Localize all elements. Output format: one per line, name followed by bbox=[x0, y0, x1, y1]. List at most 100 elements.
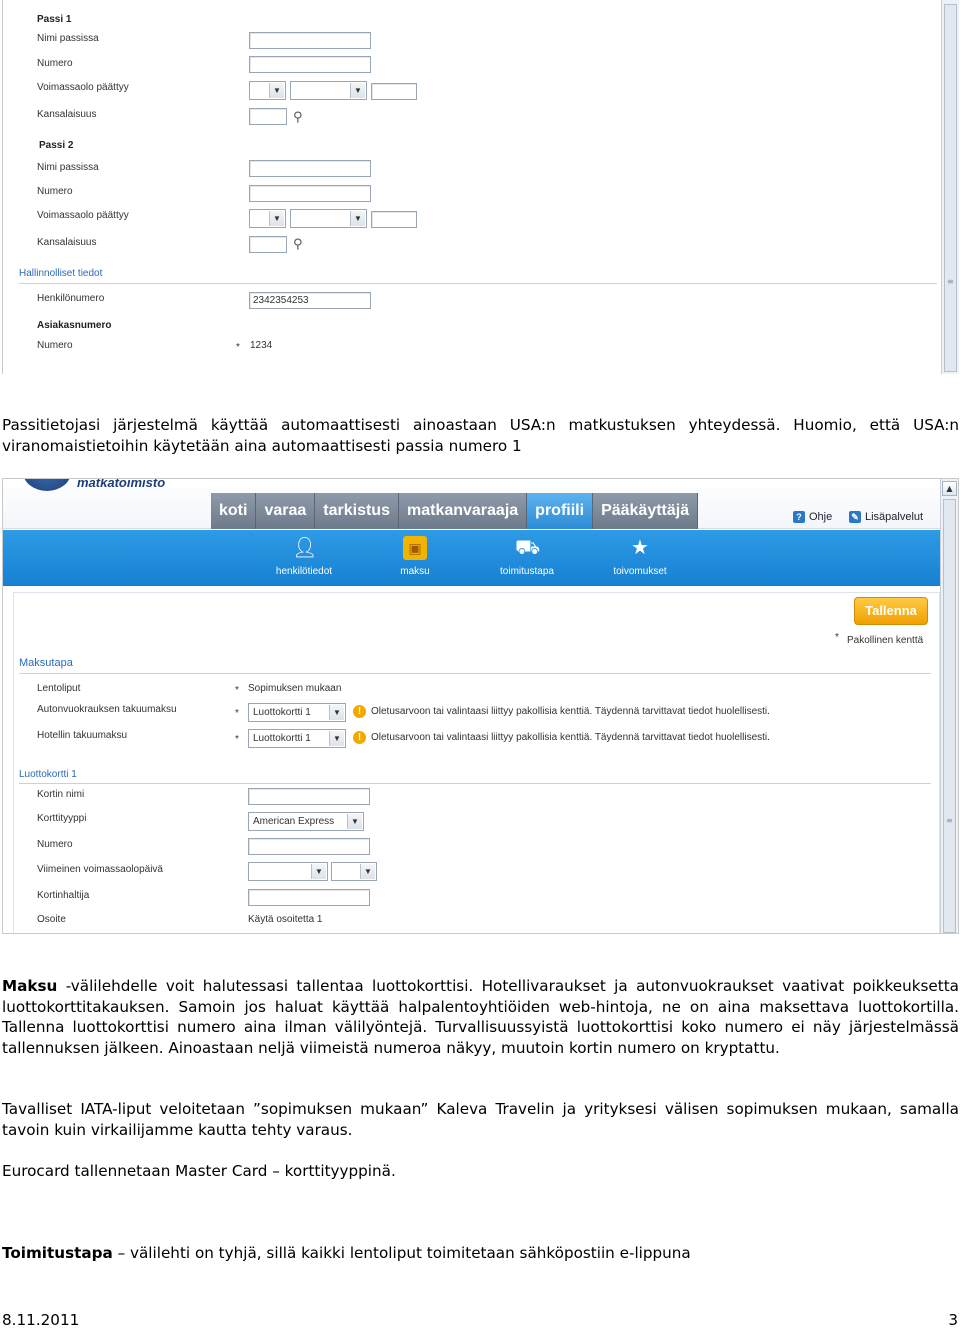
profile-subnav: 👤︎ henkilötiedot ▣ maksu ⛟ toimitustapa … bbox=[3, 530, 940, 586]
chevron-down-icon: ▼ bbox=[350, 211, 365, 226]
luottokortti1-heading: Luottokortti 1 bbox=[19, 769, 77, 780]
tab-profiili[interactable]: profiili bbox=[527, 493, 594, 529]
save-button[interactable]: Tallenna bbox=[854, 597, 928, 625]
subnav-maksu[interactable]: ▣ maksu bbox=[395, 536, 435, 577]
personnel-number-input[interactable]: 2342354253 bbox=[249, 292, 371, 309]
chevron-down-icon: ▼ bbox=[269, 211, 284, 226]
passi1-name-input[interactable] bbox=[249, 32, 371, 49]
scroll-up-icon[interactable]: ▲ bbox=[942, 481, 957, 496]
brand-text: matkatoimisto bbox=[77, 478, 166, 490]
car-warning-text: Oletusarvoon tai valintaasi liittyy pako… bbox=[371, 706, 770, 717]
passi2-nationality-label: Kansalaisuus bbox=[37, 237, 97, 248]
payment-paragraph: Maksu -välilehdelle voit halutessasi tal… bbox=[2, 976, 959, 1058]
tab-matkanvaraaja[interactable]: matkanvaraaja bbox=[398, 493, 528, 529]
tab-varaa[interactable]: varaa bbox=[256, 493, 316, 529]
extra-services-label: Lisäpalvelut bbox=[865, 511, 924, 523]
passi2-validity-month-select[interactable]: ▼ bbox=[290, 209, 367, 228]
section-divider bbox=[19, 283, 937, 284]
passi1-number-input[interactable] bbox=[249, 56, 371, 73]
flight-label: Lentoliput bbox=[37, 683, 81, 694]
address-value: Käytä osoitetta 1 bbox=[248, 914, 323, 925]
paragraph-text: – välilehti on tyhjä, sillä kaikki lento… bbox=[112, 1244, 691, 1262]
subnav-label: toimitustapa bbox=[500, 566, 554, 577]
passi1-nationality-input[interactable] bbox=[249, 108, 287, 125]
card-expiry-month-select[interactable]: ▼ bbox=[248, 862, 328, 881]
chevron-down-icon: ▼ bbox=[360, 864, 375, 879]
magnifier-icon[interactable]: ⚲ bbox=[293, 111, 307, 125]
required-mark: * bbox=[235, 708, 239, 719]
car-guarantee-select[interactable]: Luottokortti 1 ▼ bbox=[248, 703, 346, 722]
subnav-toimitustapa[interactable]: ⛟ toimitustapa bbox=[495, 536, 559, 577]
delivery-icon: ⛟ bbox=[515, 537, 541, 559]
tab-koti[interactable]: koti bbox=[211, 493, 257, 529]
select-value: American Express bbox=[253, 816, 335, 827]
passi1-nationality-label: Kansalaisuus bbox=[37, 109, 97, 120]
delivery-paragraph: Toimitustapa – välilehti on tyhjä, sillä… bbox=[2, 1243, 959, 1264]
scroll-grip-icon: ≡ bbox=[947, 277, 954, 286]
card-holder-input[interactable] bbox=[248, 889, 370, 906]
card-name-input[interactable] bbox=[248, 788, 370, 805]
card-number-label: Numero bbox=[37, 839, 73, 850]
subnav-label: henkilötiedot bbox=[275, 566, 333, 577]
chevron-down-icon: ▼ bbox=[347, 814, 362, 829]
scrollbar-thumb[interactable] bbox=[943, 499, 956, 933]
hotel-guarantee-select[interactable]: Luottokortti 1 ▼ bbox=[248, 729, 346, 748]
select-value: Luottokortti 1 bbox=[253, 733, 311, 744]
passi1-validity-label: Voimassaolo päättyy bbox=[37, 82, 129, 93]
card-expiry-year-select[interactable]: ▼ bbox=[331, 862, 377, 881]
subnav-henkilotiedot[interactable]: 👤︎ henkilötiedot bbox=[269, 536, 339, 577]
passi1-validity-day-select[interactable]: ▼ bbox=[249, 81, 286, 100]
maksutapa-heading: Maksutapa bbox=[19, 657, 73, 669]
admin-section-heading: Hallinnolliset tiedot bbox=[19, 268, 103, 279]
footer-date: 8.11.2011 bbox=[2, 1311, 80, 1329]
help-link[interactable]: ? Ohje bbox=[793, 511, 832, 523]
customer-number-heading: Asiakasnumero bbox=[37, 320, 112, 331]
iata-paragraph: Tavalliset IATA-liput veloitetaan ”sopim… bbox=[2, 1100, 959, 1139]
passi2-number-input[interactable] bbox=[249, 185, 371, 202]
card-number-input[interactable] bbox=[248, 838, 370, 855]
scrollbar-thumb[interactable] bbox=[944, 4, 957, 372]
passi2-name-input[interactable] bbox=[249, 160, 371, 177]
chevron-down-icon: ▼ bbox=[329, 731, 344, 746]
warning-icon: ! bbox=[353, 731, 366, 744]
passi1-number-label: Numero bbox=[37, 58, 73, 69]
help-icon: ? bbox=[793, 511, 805, 523]
passi2-heading: Passi 2 bbox=[39, 140, 74, 151]
required-mark: * bbox=[235, 685, 239, 696]
passi1-validity-year-input[interactable] bbox=[371, 83, 417, 100]
subnav-toivomukset[interactable]: ★ toivomukset bbox=[608, 536, 672, 577]
passi2-name-label: Nimi passissa bbox=[37, 162, 99, 173]
section-divider bbox=[19, 673, 931, 674]
edit-icon: ✎ bbox=[849, 511, 861, 523]
card-holder-label: Kortinhaltija bbox=[37, 890, 90, 901]
vertical-scrollbar[interactable]: ≡ bbox=[941, 0, 959, 374]
passi2-number-label: Numero bbox=[37, 186, 73, 197]
passi1-name-label: Nimi passissa bbox=[37, 33, 99, 44]
hotel-guarantee-label: Hotellin takuumaksu bbox=[37, 730, 128, 741]
magnifier-icon[interactable]: ⚲ bbox=[293, 238, 307, 252]
subnav-label: maksu bbox=[400, 566, 430, 577]
passi1-validity-month-select[interactable]: ▼ bbox=[290, 81, 367, 100]
passi2-nationality-input[interactable] bbox=[249, 236, 287, 253]
passport-form-screenshot: Passi 1 Nimi passissa Numero Voimassaolo… bbox=[2, 0, 959, 374]
passi2-validity-year-input[interactable] bbox=[371, 211, 417, 228]
passi2-validity-label: Voimassaolo päättyy bbox=[37, 210, 129, 221]
extra-services-link[interactable]: ✎ Lisäpalvelut bbox=[849, 511, 923, 523]
chevron-down-icon: ▼ bbox=[350, 83, 365, 98]
content-panel bbox=[13, 592, 940, 933]
select-value: Luottokortti 1 bbox=[253, 707, 311, 718]
company-logo bbox=[23, 479, 71, 491]
eurocard-paragraph: Eurocard tallennetaan Master Card – kort… bbox=[2, 1162, 396, 1180]
tab-tarkistus[interactable]: tarkistus bbox=[315, 493, 399, 529]
card-type-label: Korttityyppi bbox=[37, 813, 87, 824]
card-type-select[interactable]: American Express ▼ bbox=[248, 812, 364, 831]
tab-paakayttaja[interactable]: Pääkäyttäjä bbox=[593, 493, 699, 529]
customer-number-label: Numero bbox=[37, 340, 73, 351]
flight-payment-value: Sopimuksen mukaan bbox=[248, 683, 342, 694]
vertical-scrollbar[interactable]: ▲ ≡ bbox=[940, 479, 958, 933]
paragraph-bold-term: Maksu bbox=[2, 977, 58, 995]
personnel-number-label: Henkilönumero bbox=[37, 293, 105, 304]
required-mark: * bbox=[236, 342, 240, 353]
person-icon: 👤︎ bbox=[292, 537, 318, 559]
passi2-validity-day-select[interactable]: ▼ bbox=[249, 209, 286, 228]
